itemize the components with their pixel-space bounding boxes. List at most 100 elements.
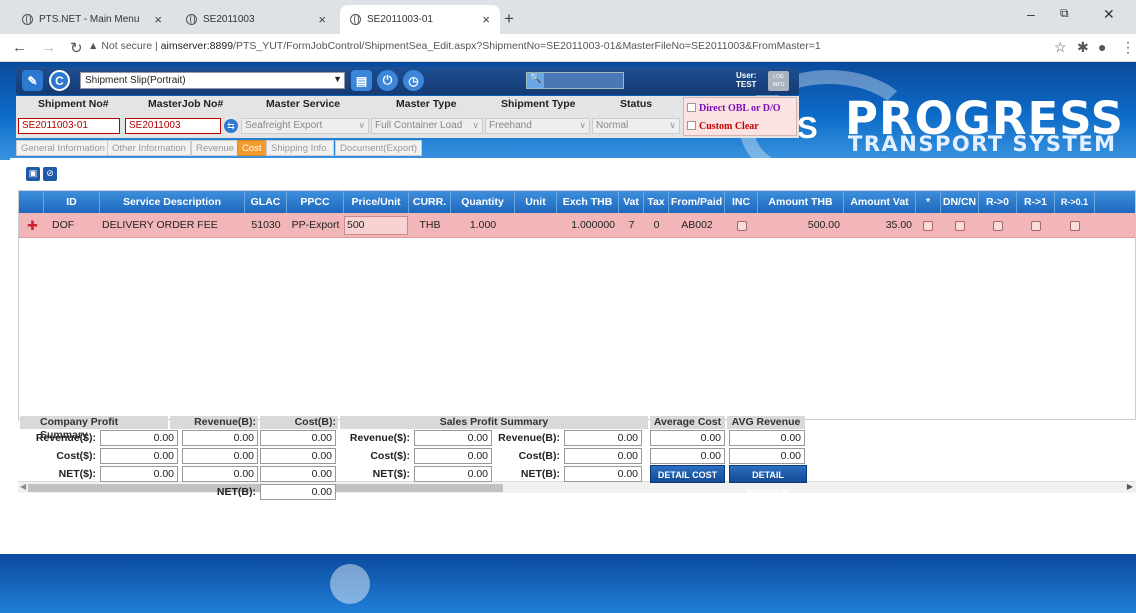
column-header-glac[interactable]: GLAC (245, 191, 287, 213)
reload-icon[interactable]: ↻ (70, 39, 83, 57)
custom-clear-option[interactable]: Custom Clear (687, 121, 759, 132)
power-icon[interactable]: ⏻ (377, 70, 398, 91)
column-header-star[interactable]: * (916, 191, 941, 213)
browser-tab-se2011003-01[interactable]: SE2011003-01 × (340, 5, 500, 34)
column-header-vat[interactable]: Vat (619, 191, 644, 213)
company-cost-cost-b-field[interactable]: 0.00 (260, 448, 336, 464)
r0-checkbox[interactable] (993, 221, 1003, 231)
direct-obl-checkbox[interactable] (687, 103, 696, 112)
column-header-description[interactable]: Service Description (100, 191, 245, 213)
url-field[interactable]: ▲ Not secure | aimserver:8899/PTS_YUT/Fo… (88, 40, 821, 52)
column-header-tax[interactable]: Tax (644, 191, 669, 213)
master-service-select[interactable]: Seafreight Export ∨ (241, 118, 369, 134)
masterjob-no-field[interactable]: SE2011003 (125, 118, 221, 134)
column-header-from-paid[interactable]: From/Paid (669, 191, 725, 213)
brand-subtitle: TRANSPORT SYSTEM (848, 132, 1117, 156)
company-net-revenue-b-field[interactable]: 0.00 (182, 466, 258, 482)
inc-checkbox[interactable] (737, 221, 747, 231)
detail-cost-button[interactable]: DETAIL COST (650, 465, 725, 483)
avg-revenue-field-2[interactable]: 0.00 (729, 448, 805, 464)
column-header-amount-vat[interactable]: Amount Vat (844, 191, 916, 213)
cancel-icon[interactable]: ⊘ (43, 167, 57, 181)
sales-cost-s-field[interactable]: 0.00 (414, 448, 492, 464)
browser-tab-se2011003[interactable]: SE2011003 × (176, 5, 336, 34)
tab-general-information[interactable]: General Information (16, 140, 110, 156)
column-header-r1[interactable]: R->1 (1017, 191, 1055, 213)
restore-icon[interactable]: ⧉ (1060, 6, 1069, 21)
clock-icon[interactable]: ◷ (403, 70, 424, 91)
column-header-quantity[interactable]: Quantity (451, 191, 515, 213)
average-cost-field-1[interactable]: 0.00 (650, 430, 725, 446)
back-icon[interactable]: ← (12, 39, 27, 56)
tab-other-information[interactable]: Other Information (107, 140, 191, 156)
sales-net-s-field[interactable]: 0.00 (414, 466, 492, 482)
sales-cost-b-field[interactable]: 0.00 (564, 448, 642, 464)
report-select[interactable]: Shipment Slip(Portrait) ▼ (80, 72, 345, 89)
average-cost-field-2[interactable]: 0.00 (650, 448, 725, 464)
extensions-icon[interactable]: ✱ (1077, 39, 1089, 56)
window-close-icon[interactable]: ✕ (1103, 6, 1115, 23)
custom-clear-checkbox[interactable] (687, 121, 696, 130)
scroll-right-icon[interactable]: ▶ (1127, 482, 1133, 491)
company-cost-revenue-b-field[interactable]: 0.00 (182, 448, 258, 464)
company-revenue-s-field[interactable]: 0.00 (100, 430, 178, 446)
column-header-r01[interactable]: R->0.1 (1055, 191, 1095, 213)
column-header-ppcc[interactable]: PPCC (287, 191, 344, 213)
table-row[interactable]: ✚ DOF DELIVERY ORDER FEE 51030 PP-Export… (19, 213, 1135, 238)
sales-net-b-field[interactable]: 0.00 (564, 466, 642, 482)
globe-icon (350, 14, 361, 25)
minimize-icon[interactable]: – (1027, 6, 1035, 22)
menu-icon[interactable]: ⋮ (1121, 39, 1135, 56)
column-header-amount-thb[interactable]: Amount THB (758, 191, 844, 213)
status-select[interactable]: Normal ∨ (592, 118, 680, 134)
avg-revenue-field-1[interactable]: 0.00 (729, 430, 805, 446)
column-header-inc[interactable]: INC (725, 191, 758, 213)
star-checkbox[interactable] (923, 221, 933, 231)
close-icon[interactable]: × (154, 12, 162, 27)
forward-icon[interactable]: → (41, 39, 56, 56)
column-header-curr[interactable]: CURR. (409, 191, 451, 213)
company-net-cost-b-field[interactable]: 0.00 (260, 466, 336, 482)
column-header-unit[interactable]: Unit (515, 191, 557, 213)
tab-cost[interactable]: Cost (237, 140, 267, 156)
column-header-id[interactable]: ID (44, 191, 100, 213)
star-icon[interactable]: ☆ (1054, 39, 1067, 56)
company-net-b-field[interactable]: 0.00 (260, 484, 336, 500)
sales-revenue-b-field[interactable]: 0.00 (564, 430, 642, 446)
close-icon[interactable]: × (318, 12, 326, 27)
r1-checkbox[interactable] (1031, 221, 1041, 231)
tab-document-export[interactable]: Document(Export) (335, 140, 423, 156)
print-icon[interactable]: ▤ (351, 70, 372, 91)
log-info-button[interactable]: LOG INFO (768, 71, 789, 91)
expand-row-icon[interactable]: ✚ (27, 213, 38, 238)
price-input[interactable]: 500 (344, 216, 408, 235)
copyright-icon[interactable]: C (49, 70, 70, 91)
shipment-no-field[interactable]: SE2011003-01 (18, 118, 120, 134)
company-net-s-field[interactable]: 0.00 (100, 466, 178, 482)
tab-shipping-info[interactable]: Shipping Info. (266, 140, 335, 156)
link-icon[interactable]: ⇆ (224, 119, 238, 133)
edit-pencil-icon[interactable]: ✎ (22, 70, 43, 91)
close-icon[interactable]: × (482, 12, 490, 27)
r01-checkbox[interactable] (1070, 221, 1080, 231)
company-cost-b-field[interactable]: 0.00 (260, 430, 336, 446)
column-header-r0[interactable]: R->0 (979, 191, 1017, 213)
company-revenue-b-field[interactable]: 0.00 (182, 430, 258, 446)
search-input[interactable]: 🔍 (526, 72, 624, 89)
dn-cn-checkbox[interactable] (955, 221, 965, 231)
profile-icon[interactable]: ● (1098, 39, 1106, 55)
column-header-dn-cn[interactable]: DN/CN (941, 191, 979, 213)
shipment-type-select[interactable]: Freehand ∨ (485, 118, 590, 134)
company-revenue-s-label: Revenue($): (35, 432, 96, 444)
new-tab-button[interactable]: + (504, 9, 514, 29)
sales-revenue-s-field[interactable]: 0.00 (414, 430, 492, 446)
save-icon[interactable]: ▣ (26, 167, 40, 181)
tab-revenue[interactable]: Revenue (191, 140, 240, 156)
company-cost-s-field[interactable]: 0.00 (100, 448, 178, 464)
column-header-price[interactable]: Price/Unit (344, 191, 409, 213)
detail-revenue-button[interactable]: DETAIL REVENUE (729, 465, 807, 498)
column-header-exch[interactable]: Exch THB (557, 191, 619, 213)
direct-obl-option[interactable]: Direct OBL or D/O (687, 103, 781, 114)
master-type-select[interactable]: Full Container Load ∨ (371, 118, 483, 134)
browser-tab-main-menu[interactable]: PTS.NET - Main Menu × (12, 5, 172, 34)
